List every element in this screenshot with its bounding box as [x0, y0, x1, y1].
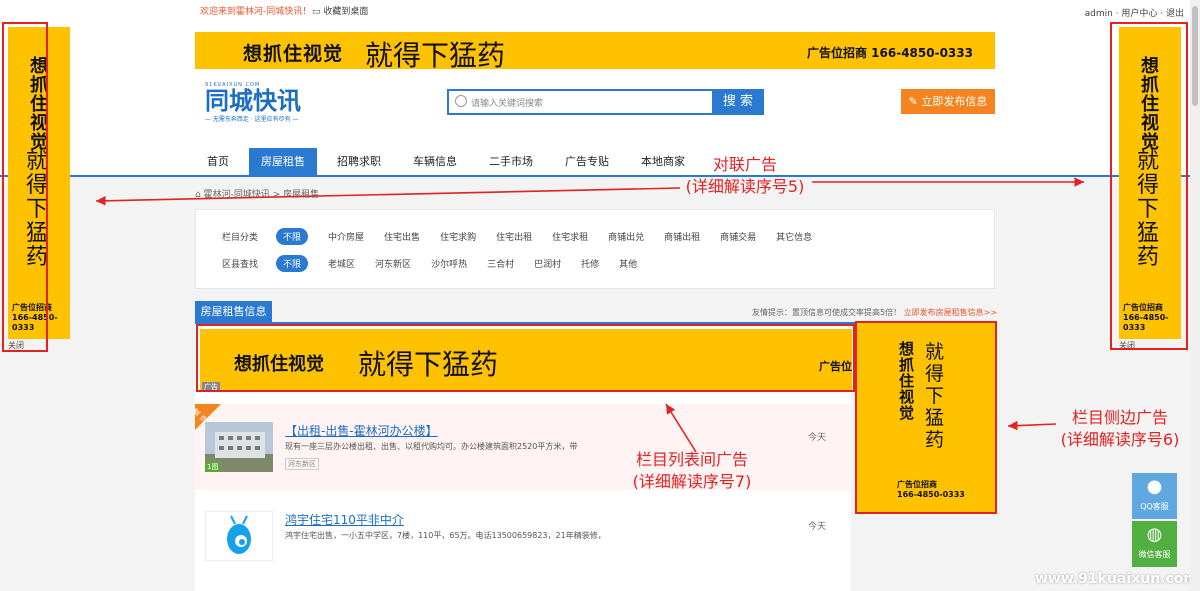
annotation-list-ad: 栏目列表间广告 (详细解读序号7)	[632, 450, 752, 491]
scrollbar-thumb[interactable]	[1192, 6, 1198, 106]
nav-secondhand[interactable]: 二手市场	[477, 148, 545, 176]
filter-option[interactable]: 商铺交易	[720, 230, 756, 243]
nav-home[interactable]: 首页	[195, 148, 241, 176]
banner-slogan-bold: 想抓住视觉	[243, 43, 344, 65]
filter-option[interactable]: 巴润村	[534, 257, 561, 270]
listing-title[interactable]: 鸿宇住宅110平非中介	[285, 511, 404, 528]
nav-divider	[0, 175, 1200, 177]
publish-button[interactable]: ✎ 立即发布信息	[901, 89, 995, 114]
search-button[interactable]: 搜 索	[712, 89, 764, 115]
highlight-box	[1110, 22, 1188, 350]
listing-title[interactable]: 【出租-出售-霍林河办公楼】	[285, 422, 438, 439]
top-bar: 欢迎来到霍林河-同城快讯！ ▭ 收藏到桌面 admin · 用户中心 · 退出	[0, 0, 1200, 22]
filter-option[interactable]: 商铺出兑	[608, 230, 644, 243]
nav-housing[interactable]: 房屋租售	[249, 148, 317, 176]
welcome-text: 欢迎来到霍林河-同城快讯！	[200, 7, 312, 17]
home-icon: ⌂	[195, 190, 201, 200]
user-links[interactable]: admin · 用户中心 · 退出	[1085, 6, 1184, 19]
filter-option[interactable]: 三合村	[487, 257, 514, 270]
wechat-icon: ◍	[1146, 524, 1163, 545]
filter-option[interactable]: 托修	[581, 257, 599, 270]
wechat-service-button[interactable]: ◍ 微信客服	[1132, 521, 1177, 567]
filter-option[interactable]: 住宅出售	[384, 230, 420, 243]
scrollbar[interactable]	[1190, 0, 1200, 591]
section-tip: 友情提示：置顶信息可使成交率提高5倍！ 立即发布房屋租售信息>>	[752, 308, 998, 317]
publish-housing-link[interactable]: 立即发布房屋租售信息>>	[904, 308, 997, 317]
filter-option[interactable]: 住宅出租	[496, 230, 532, 243]
highlight-box	[855, 321, 997, 514]
main-nav: 首页 房屋租售 招聘求职 车辆信息 二手市场 广告专贴 本地商家	[195, 148, 705, 176]
listing-desc: 现有一座三层办公楼出租、出售、以租代购均可。办公楼建筑面积2520平方米，带	[285, 442, 578, 451]
listing-desc: 鸿宇住宅出售，一小五中学区，7楼，110平，65万。电话13500659823，…	[285, 531, 605, 540]
section-title: 房屋租售信息	[195, 301, 272, 323]
top-banner-ad[interactable]: 想抓住视觉 就得下猛药 广告位招商 166-4850-0333	[195, 32, 995, 69]
highlight-box	[196, 324, 855, 392]
annotation-couplet: 对联广告 (详细解读序号5)	[685, 155, 805, 196]
watermark: www.91kuaixun.com	[1034, 571, 1198, 587]
listing-date: 今天	[808, 433, 827, 443]
category-filter-row: 栏目分类 不限 中介房屋 住宅出售 住宅求购 住宅出租 住宅求租 商铺出兑 商铺…	[222, 228, 832, 245]
breadcrumb: ⌂ 霍林河-同城快讯 > 房屋租售	[195, 190, 320, 200]
qq-service-button[interactable]: ● QQ客服	[1132, 473, 1177, 519]
qq-icon: ●	[1146, 476, 1163, 497]
banner-slogan-main: 就得下猛药	[365, 39, 506, 69]
listing-thumbnail[interactable]	[205, 511, 273, 561]
filter-option[interactable]: 河东新区	[375, 257, 411, 270]
nav-ads[interactable]: 广告专贴	[553, 148, 621, 176]
search-box: 请输入关键词搜索 搜 索	[447, 89, 764, 115]
nav-jobs[interactable]: 招聘求职	[325, 148, 393, 176]
district-filter-row: 区县查找 不限 老城区 河东新区 沙尔呼热 三合村 巴润村 托修 其他	[222, 255, 657, 272]
nav-vehicles[interactable]: 车辆信息	[401, 148, 469, 176]
filter-option[interactable]: 住宅求租	[552, 230, 588, 243]
filter-option[interactable]: 其它信息	[776, 230, 812, 243]
filter-option[interactable]: 其他	[619, 257, 637, 270]
filter-panel: 栏目分类 不限 中介房屋 住宅出售 住宅求购 住宅出租 住宅求租 商铺出兑 商铺…	[195, 209, 995, 289]
filter-option[interactable]: 不限	[276, 228, 309, 245]
listing-date: 今天	[808, 522, 827, 532]
search-icon	[455, 95, 467, 107]
filter-option[interactable]: 不限	[276, 255, 309, 272]
filter-option[interactable]: 商铺出租	[664, 230, 700, 243]
filter-option[interactable]: 住宅求购	[440, 230, 476, 243]
listing-area-tag: 河东新区	[285, 458, 319, 470]
filter-option[interactable]: 中介房屋	[328, 230, 364, 243]
filter-option[interactable]: 老城区	[328, 257, 355, 270]
list-item[interactable]: 鸿宇住宅110平非中介 鸿宇住宅出售，一小五中学区，7楼，110平，65万。电话…	[195, 493, 851, 579]
site-logo[interactable]: 91KUAIXUN.COM 同城快讯 — 无需东奔西走 · 这里应有尽有 —	[205, 82, 315, 127]
highlight-box	[2, 22, 48, 352]
image-count: 1图	[205, 462, 221, 472]
filter-option[interactable]: 沙尔呼热	[431, 257, 467, 270]
search-input[interactable]: 请输入关键词搜索	[471, 96, 543, 109]
favorite-link[interactable]: ▭ 收藏到桌面	[312, 4, 368, 17]
banner-contact: 广告位招商 166-4850-0333	[807, 46, 973, 60]
annotation-side-ad: 栏目侧边广告 (详细解读序号6)	[1060, 408, 1180, 449]
